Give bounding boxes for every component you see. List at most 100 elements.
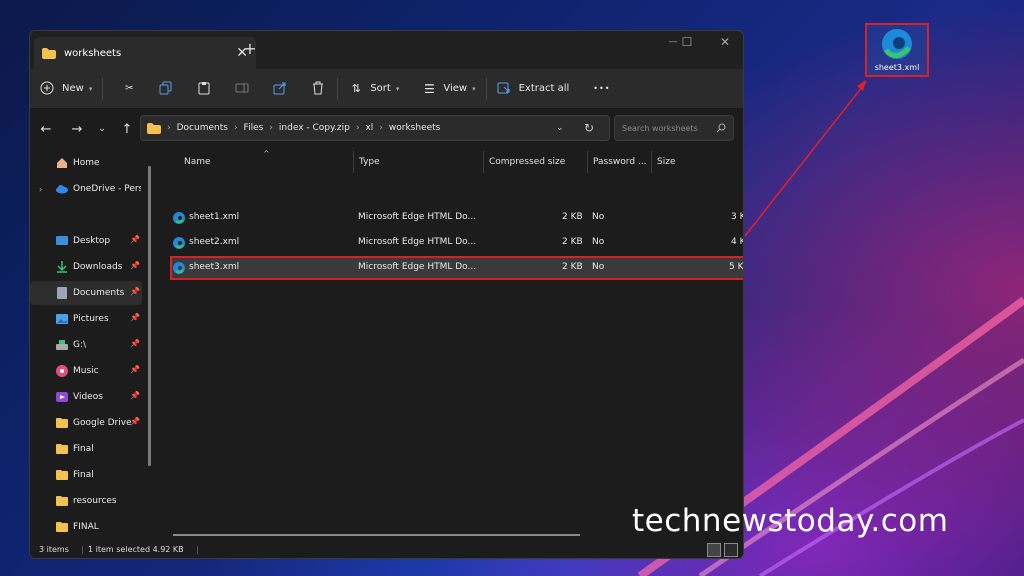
pin-icon[interactable]: 📌: [130, 339, 140, 348]
file-password: No: [592, 262, 605, 272]
copy-icon: [159, 81, 172, 94]
view-button[interactable]: ☰ View ▾: [421, 74, 476, 104]
status-separator: |: [196, 545, 199, 554]
sidebar-scrollbar[interactable]: [148, 166, 151, 466]
sidebar-item-resources[interactable]: resources: [30, 489, 142, 513]
sidebar-item-onedrive[interactable]: ›OneDrive - Perso: [30, 177, 142, 201]
breadcrumb-worksheets[interactable]: worksheets: [389, 123, 440, 133]
pin-icon[interactable]: 📌: [130, 365, 140, 374]
sidebar-item-downloads[interactable]: Downloads 📌: [30, 255, 142, 279]
address-dropdown-icon[interactable]: ⌄: [556, 123, 564, 133]
table-row[interactable]: sheet1.xml Microsoft Edge HTML Do... 2 K…: [170, 206, 743, 230]
new-tab-button[interactable]: +: [240, 39, 260, 58]
file-list: Name ^ Type Compressed size Password ...…: [165, 149, 743, 547]
folder-icon: [56, 470, 68, 480]
pin-icon[interactable]: 📌: [130, 235, 140, 244]
more-icon: •••: [593, 84, 611, 93]
status-separator: |: [81, 545, 84, 554]
picture-icon: [56, 314, 68, 324]
paste-button[interactable]: [197, 74, 213, 104]
sidebar-item-music[interactable]: Music 📌: [30, 359, 142, 383]
column-separator[interactable]: [651, 151, 652, 173]
copy-button[interactable]: [159, 74, 175, 104]
sidebar-item-g-drive[interactable]: G:\ 📌: [30, 333, 142, 357]
share-icon: [273, 82, 286, 94]
more-options-button[interactable]: •••: [593, 74, 610, 104]
share-button[interactable]: [273, 74, 289, 104]
sidebar-item-desktop[interactable]: Desktop 📌: [30, 229, 142, 253]
tab-title: worksheets: [64, 47, 122, 59]
up-arrow-icon[interactable]: ↑: [115, 122, 139, 137]
tiles-view-button[interactable]: [724, 543, 738, 557]
column-header-compressed[interactable]: Compressed size: [489, 157, 565, 167]
column-separator[interactable]: [353, 151, 354, 173]
breadcrumb-zip[interactable]: index - Copy.zip: [279, 123, 350, 133]
sidebar-item-documents[interactable]: Documents 📌: [30, 281, 142, 305]
column-header-name[interactable]: Name: [184, 157, 211, 167]
drive-icon: [56, 340, 68, 350]
breadcrumb[interactable]: › Documents › Files › index - Copy.zip ›…: [140, 115, 610, 141]
annotation-arrowhead: [857, 80, 866, 91]
column-header-row: Name ^ Type Compressed size Password ...…: [165, 149, 743, 175]
table-row[interactable]: sheet2.xml Microsoft Edge HTML Do... 2 K…: [170, 231, 743, 255]
chevron-right-icon: ›: [269, 123, 273, 133]
extract-all-button[interactable]: Extract all: [497, 74, 569, 104]
column-header-password[interactable]: Password ...: [593, 157, 646, 167]
pin-icon[interactable]: 📌: [130, 313, 140, 322]
sidebar-item-final[interactable]: Final: [30, 437, 142, 461]
pin-icon[interactable]: 📌: [130, 391, 140, 400]
sidebar-item-videos[interactable]: Videos 📌: [30, 385, 142, 409]
toolbar-separator: [485, 77, 487, 100]
column-separator[interactable]: [587, 151, 588, 173]
details-view-button[interactable]: [707, 543, 721, 557]
refresh-icon[interactable]: ↻: [584, 121, 594, 135]
sidebar-item-google-drive[interactable]: Google Drive 📌: [30, 411, 142, 435]
recent-chevron-icon[interactable]: ⌄: [90, 124, 114, 134]
maximize-button[interactable]: ☐: [672, 35, 702, 49]
annotation-arrow: [744, 81, 867, 237]
sidebar-item-final-2[interactable]: Final: [30, 463, 142, 487]
edge-icon: [882, 29, 912, 59]
back-arrow-icon[interactable]: ←: [34, 122, 58, 137]
search-box[interactable]: Search worksheets: [614, 115, 734, 141]
sidebar-item-pictures[interactable]: Pictures 📌: [30, 307, 142, 331]
desktop-file-icon[interactable]: sheet3.xml: [865, 23, 929, 77]
chevron-down-icon: ▾: [395, 84, 400, 93]
sidebar-item-home[interactable]: Home: [30, 151, 142, 175]
sort-caret-icon: ^: [263, 149, 270, 158]
trash-icon: [313, 81, 324, 94]
expand-chevron-icon[interactable]: ›: [39, 185, 42, 194]
pin-icon[interactable]: 📌: [130, 261, 140, 270]
tab-worksheets[interactable]: worksheets ✕: [34, 37, 256, 69]
rename-button[interactable]: [235, 74, 251, 104]
column-header-type[interactable]: Type: [359, 157, 380, 167]
file-type: Microsoft Edge HTML Do...: [358, 262, 477, 272]
table-row-selected[interactable]: sheet3.xml Microsoft Edge HTML Do... 2 K…: [170, 256, 743, 280]
file-explorer-window: worksheets ✕ + — ☐ ✕ New ▾ ✂ ⇅ Sort ▾ ☰ …: [29, 30, 744, 559]
column-header-size[interactable]: Size: [657, 157, 675, 167]
pin-icon[interactable]: 📌: [130, 287, 140, 296]
breadcrumb-files[interactable]: Files: [244, 123, 264, 133]
item-count: 3 items: [39, 545, 69, 554]
delete-button[interactable]: [311, 74, 327, 104]
close-window-button[interactable]: ✕: [710, 35, 740, 49]
breadcrumb-documents[interactable]: Documents: [177, 123, 228, 133]
sidebar-item-final-caps[interactable]: FINAL: [30, 515, 142, 539]
file-type: Microsoft Edge HTML Do...: [358, 237, 477, 247]
folder-icon: [56, 444, 68, 454]
forward-arrow-icon[interactable]: →: [65, 122, 89, 137]
sort-button[interactable]: ⇅ Sort ▾: [348, 74, 400, 104]
search-input[interactable]: Search worksheets: [622, 124, 716, 133]
desktop-file-label: sheet3.xml: [874, 63, 920, 72]
new-button[interactable]: New ▾: [40, 74, 92, 104]
breadcrumb-xl[interactable]: xl: [365, 123, 373, 133]
file-compressed-size: 2 KB: [562, 237, 583, 247]
column-separator[interactable]: [483, 151, 484, 173]
cut-button[interactable]: ✂: [121, 74, 137, 104]
file-compressed-size: 2 KB: [562, 262, 583, 272]
file-name: sheet2.xml: [189, 237, 240, 247]
video-icon: [56, 392, 68, 402]
toolbar-separator: [102, 77, 104, 100]
horizontal-scrollbar[interactable]: [173, 534, 580, 536]
pin-icon[interactable]: 📌: [130, 417, 140, 426]
